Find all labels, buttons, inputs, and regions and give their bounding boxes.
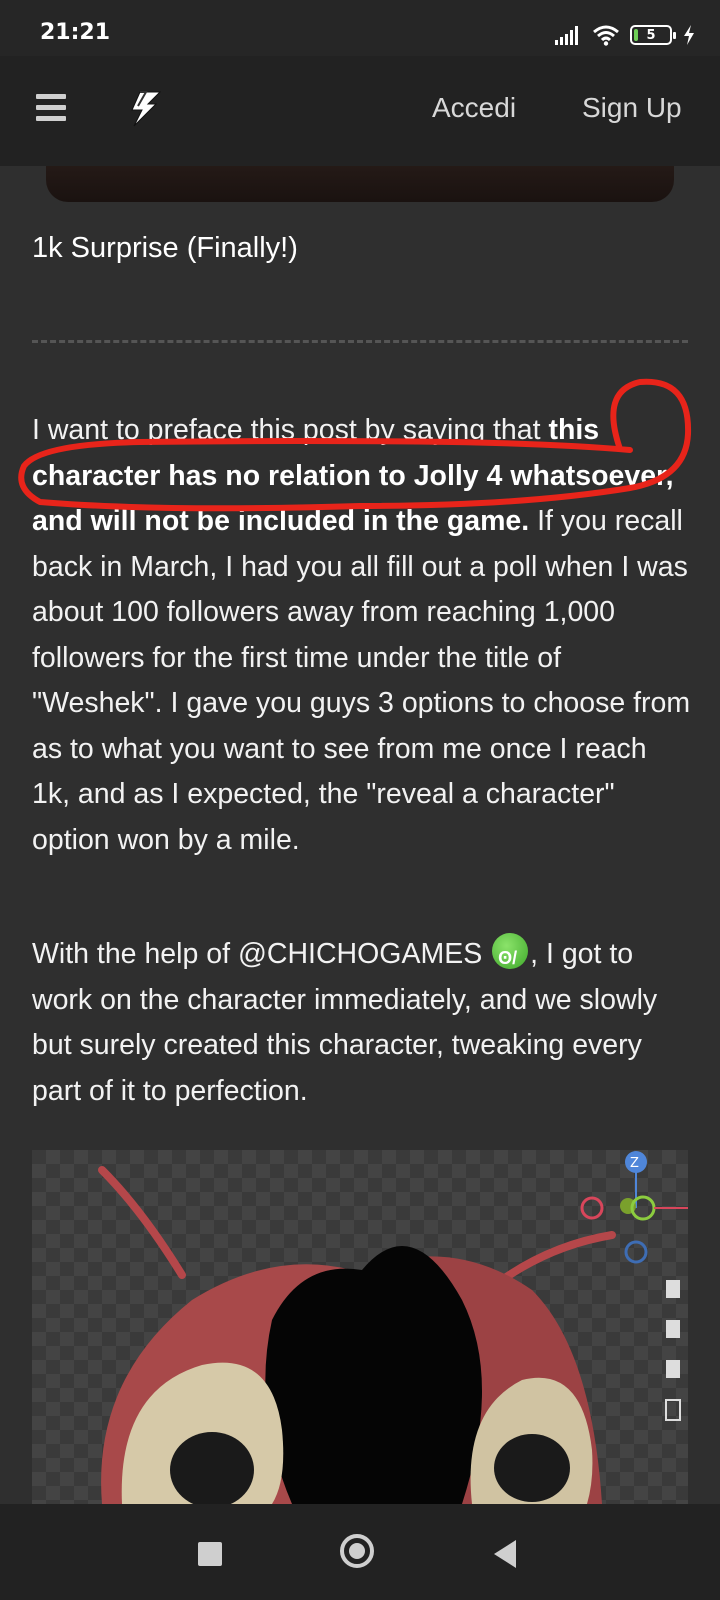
login-link[interactable]: Accedi	[432, 92, 516, 124]
emoji-icon	[492, 933, 529, 982]
lightning-logo-icon[interactable]	[126, 88, 166, 130]
battery-level: 5	[646, 27, 656, 43]
system-navigation-bar	[0, 1504, 720, 1600]
divider	[32, 340, 688, 343]
status-icons: 5	[554, 20, 696, 50]
post-paragraph-2: With the help of @CHICHOGAMES , I got to…	[32, 932, 692, 1114]
svg-text:Z: Z	[630, 1156, 639, 1171]
camera-tool-icon	[666, 1360, 680, 1378]
home-icon[interactable]	[340, 1534, 374, 1568]
wifi-icon	[593, 25, 619, 46]
paragraph-rest: If you recall back in March, I had you a…	[32, 505, 691, 856]
post-paragraph-1: I want to preface this post by saying th…	[32, 408, 692, 863]
grid-tool-icon	[665, 1399, 681, 1421]
header-image	[46, 166, 674, 202]
status-time: 21:21	[40, 20, 111, 45]
paragraph-intro: I want to preface this post by saying th…	[32, 414, 549, 446]
signal-icon	[555, 26, 578, 45]
render-scene: Z	[98, 1151, 688, 1504]
hamburger-menu-icon[interactable]	[36, 94, 66, 122]
battery-icon: 5	[630, 25, 676, 45]
back-icon[interactable]	[494, 1540, 516, 1568]
recent-apps-icon[interactable]	[198, 1542, 222, 1566]
charging-icon	[684, 25, 694, 45]
paragraph-before-mention: With the help of @CHICHOGAMES	[32, 938, 491, 970]
pan-tool-icon	[666, 1320, 680, 1338]
character-render-image: Z	[32, 1150, 688, 1504]
status-bar: 21:21 5	[0, 0, 720, 56]
app-header: Accedi Sign Up	[0, 56, 720, 166]
signup-link[interactable]: Sign Up	[582, 92, 682, 124]
zoom-tool-icon	[666, 1280, 680, 1298]
post-title: 1k Surprise (Finally!)	[32, 232, 298, 264]
post-content: 1k Surprise (Finally!) I want to preface…	[0, 166, 720, 1504]
